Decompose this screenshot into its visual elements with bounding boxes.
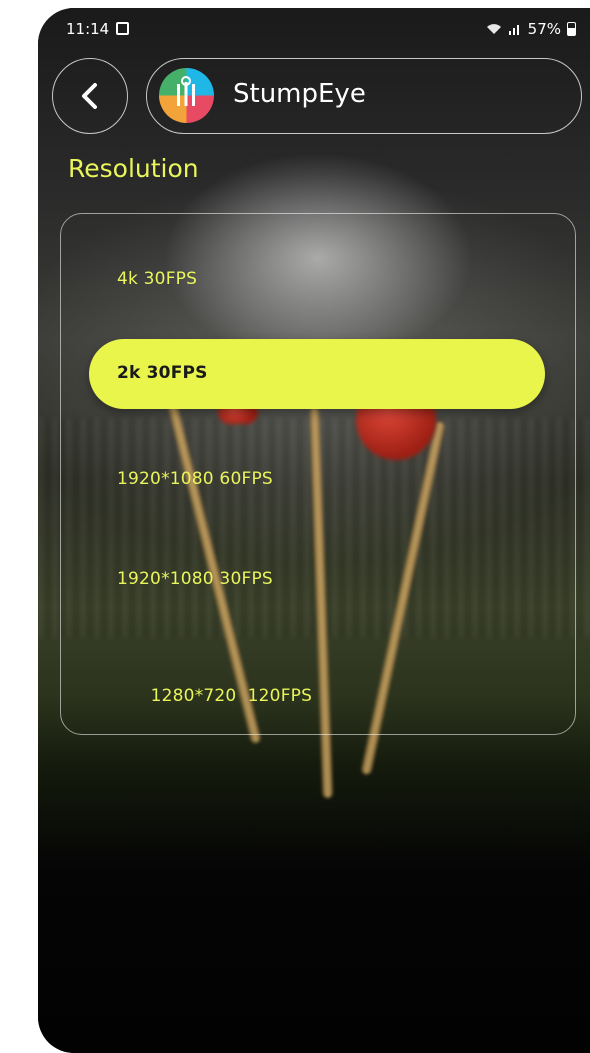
stump-logo-icon [177, 76, 195, 106]
resolution-options-card: 4k 30FPS 2k 30FPS 1920*1080 60FPS 1920*1… [60, 213, 576, 735]
chevron-left-icon [82, 83, 97, 109]
status-time: 11:14 [66, 20, 110, 38]
resolution-option-label: 4k 30FPS [117, 269, 198, 289]
resolution-option-label: 1280*720 120FPS [150, 686, 313, 706]
resolution-option-1920x1080-60fps[interactable]: 1920*1080 60FPS [117, 469, 273, 489]
resolution-option-4k-30fps[interactable]: 4k 30FPS [117, 269, 197, 289]
status-bar: 11:14 57% [38, 8, 590, 52]
app-header: StumpEye [146, 58, 582, 134]
wifi-icon [486, 24, 501, 34]
section-title-resolution: Resolution [68, 154, 199, 183]
app-name: StumpEye [233, 79, 366, 109]
gallery-notification-icon [116, 22, 129, 35]
resolution-option-2k-30fps-selected[interactable]: 2k 30FPS [89, 339, 545, 409]
resolution-option-label: 2k 30FPS [117, 363, 208, 383]
battery-percent: 57% [527, 20, 561, 38]
resolution-option-1920x1080-30fps[interactable]: 1920*1080 30FPS [117, 569, 273, 589]
resolution-option-label: 1920*1080 60FPS [117, 469, 273, 489]
back-button[interactable] [52, 58, 128, 134]
resolution-option-label: 1920*1080 30FPS [117, 569, 273, 589]
status-right: 57% [486, 20, 576, 38]
phone-screen: 11:14 57% StumpEye Resolution 4k 30FPS 2… [38, 8, 590, 1053]
signal-icon [508, 25, 519, 35]
resolution-option-1280x720-120fps[interactable]: 1280*720 120FPS [117, 666, 312, 726]
app-logo-icon [159, 68, 214, 123]
battery-icon [567, 22, 576, 36]
